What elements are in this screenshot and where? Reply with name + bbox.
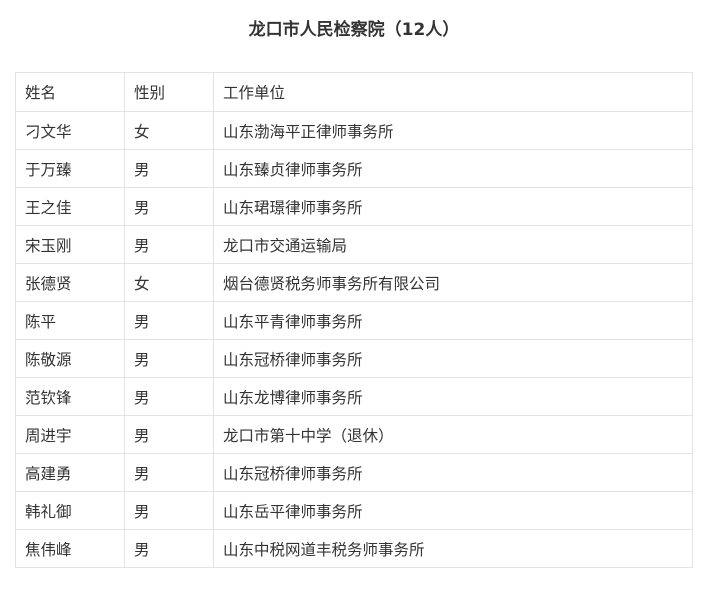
- cell-gender: 男: [124, 491, 214, 530]
- cell-name: 陈平: [15, 301, 125, 340]
- cell-gender: 女: [124, 263, 214, 302]
- cell-unit: 山东岳平律师事务所: [213, 491, 693, 530]
- cell-name: 张德贤: [15, 263, 125, 302]
- header-unit: 工作单位: [213, 72, 693, 112]
- table-row: 范钦锋 男 山东龙博律师事务所: [15, 377, 693, 416]
- table-row: 陈敬源 男 山东冠桥律师事务所: [15, 339, 693, 378]
- cell-name: 周进宇: [15, 415, 125, 454]
- table-row: 陈平 男 山东平青律师事务所: [15, 301, 693, 340]
- cell-name: 陈敬源: [15, 339, 125, 378]
- cell-unit: 山东冠桥律师事务所: [213, 339, 693, 378]
- page-title: 龙口市人民检察院（12人）: [248, 20, 460, 40]
- cell-unit: 山东渤海平正律师事务所: [213, 111, 693, 150]
- cell-unit: 龙口市第十中学（退休）: [213, 415, 693, 454]
- table-row: 刁文华 女 山东渤海平正律师事务所: [15, 111, 693, 150]
- cell-name: 韩礼御: [15, 491, 125, 530]
- cell-unit: 山东臻贞律师事务所: [213, 149, 693, 188]
- cell-unit: 山东珺璟律师事务所: [213, 187, 693, 226]
- cell-gender: 男: [124, 225, 214, 264]
- cell-gender: 男: [124, 149, 214, 188]
- cell-gender: 男: [124, 301, 214, 340]
- cell-gender: 男: [124, 453, 214, 492]
- cell-unit: 山东平青律师事务所: [213, 301, 693, 340]
- table-row: 张德贤 女 烟台德贤税务师事务所有限公司: [15, 263, 693, 302]
- cell-gender: 男: [124, 529, 214, 568]
- cell-name: 焦伟峰: [15, 529, 125, 568]
- cell-gender: 男: [124, 377, 214, 416]
- cell-name: 宋玉刚: [15, 225, 125, 264]
- cell-gender: 男: [124, 415, 214, 454]
- cell-name: 于万臻: [15, 149, 125, 188]
- cell-name: 高建勇: [15, 453, 125, 492]
- member-table: 姓名 性别 工作单位 刁文华 女 山东渤海平正律师事务所 于万臻 男 山东臻贞律…: [15, 72, 693, 568]
- header-name: 姓名: [15, 72, 125, 112]
- cell-unit: 龙口市交通运输局: [213, 225, 693, 264]
- cell-unit: 山东龙博律师事务所: [213, 377, 693, 416]
- cell-name: 王之佳: [15, 187, 125, 226]
- cell-unit: 山东中税网道丰税务师事务所: [213, 529, 693, 568]
- table-row: 高建勇 男 山东冠桥律师事务所: [15, 453, 693, 492]
- table-header-row: 姓名 性别 工作单位: [15, 72, 693, 112]
- table-row: 王之佳 男 山东珺璟律师事务所: [15, 187, 693, 226]
- cell-gender: 男: [124, 339, 214, 378]
- cell-unit: 山东冠桥律师事务所: [213, 453, 693, 492]
- table-row: 焦伟峰 男 山东中税网道丰税务师事务所: [15, 529, 693, 568]
- cell-name: 范钦锋: [15, 377, 125, 416]
- table-row: 韩礼御 男 山东岳平律师事务所: [15, 491, 693, 530]
- cell-gender: 男: [124, 187, 214, 226]
- cell-unit: 烟台德贤税务师事务所有限公司: [213, 263, 693, 302]
- header-gender: 性别: [124, 72, 214, 112]
- table-row: 周进宇 男 龙口市第十中学（退休）: [15, 415, 693, 454]
- cell-gender: 女: [124, 111, 214, 150]
- cell-name: 刁文华: [15, 111, 125, 150]
- table-row: 于万臻 男 山东臻贞律师事务所: [15, 149, 693, 188]
- table-row: 宋玉刚 男 龙口市交通运输局: [15, 225, 693, 264]
